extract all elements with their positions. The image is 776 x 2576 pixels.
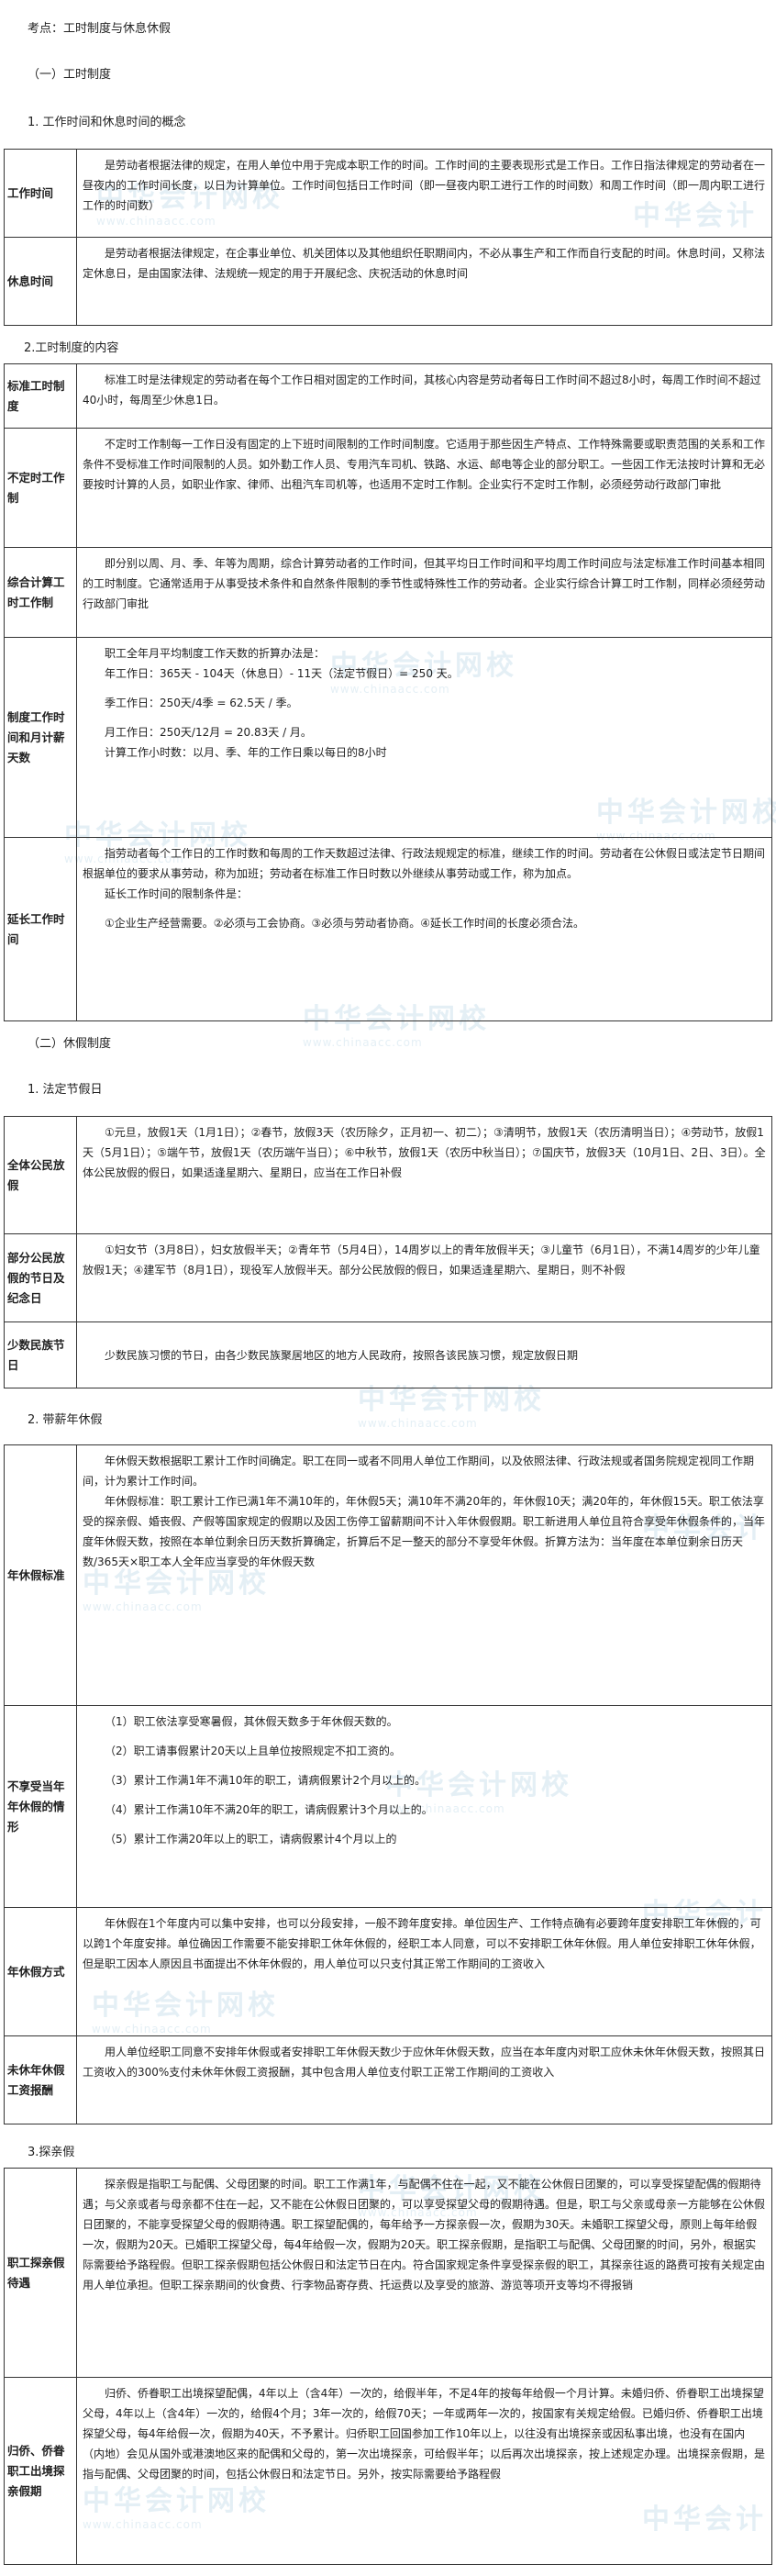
- paid-annual-leave-table: 年休假标准 年休假天数根据职工累计工作时间确定。职工在同一或者不同用人单位工作期…: [4, 1444, 772, 2124]
- row-label: 归侨、侨眷职工出境探亲假期: [4, 2377, 77, 2565]
- section-heading: （二）休假制度: [28, 1037, 112, 1051]
- topic-heading: 考点：工时制度与休息休假: [28, 22, 172, 36]
- subsection-heading: 1. 工作时间和休息时间的概念: [28, 116, 186, 129]
- legal-holidays-table: 全体公民放假 ①元旦，放假1天（1月1日）；②春节，放假3天（农历除夕，正月初一…: [4, 1116, 772, 1388]
- subsection-heading: 3.探亲假: [28, 2146, 75, 2159]
- row-content: 年休假在1个年度内可以集中安排，也可以分段安排，一般不跨年度安排。单位因生产、工…: [76, 1907, 772, 2036]
- row-content: 不定时工作制每一工作日没有固定的上下班时间限制的工作时间制度。它适用于那些因生产…: [76, 428, 772, 548]
- row-label: 休息时间: [4, 237, 77, 326]
- row-label: 年休假方式: [4, 1907, 77, 2036]
- row-label: 不定时工作制: [4, 428, 77, 548]
- row-label: 标准工时制度: [4, 363, 77, 429]
- row-label: 全体公民放假: [4, 1116, 77, 1234]
- row-label: 综合计算工时工作制: [4, 547, 77, 638]
- subsection-heading: 1. 法定节假日: [28, 1083, 103, 1097]
- row-content: 少数民族习惯的节日，由各少数民族聚居地区的地方人民政府，按照各该民族习惯，规定放…: [76, 1321, 772, 1388]
- row-content: 年休假天数根据职工累计工作时间确定。职工在同一或者不同用人单位工作期间，以及依照…: [76, 1444, 772, 1706]
- working-hours-system-table: 标准工时制度 标准工时是法律规定的劳动者在每个工作日相对固定的工作时间，其核心内…: [4, 363, 772, 1021]
- row-label: 未休年休假工资报酬: [4, 2035, 77, 2124]
- work-rest-time-table: 工作时间 是劳动者根据法律的规定，在用人单位中用于完成本职工作的时间。工作时间的…: [4, 149, 772, 326]
- row-label: 年休假标准: [4, 1444, 77, 1706]
- row-label: 工作时间: [4, 149, 77, 238]
- row-content: 是劳动者根据法律的规定，在用人单位中用于完成本职工作的时间。工作时间的主要表现形…: [76, 149, 772, 238]
- row-content: 探亲假是指职工与配偶、父母团聚的时间。职工工作满1年，与配偶不住在一起，又不能在…: [76, 2168, 772, 2378]
- document-page: 中华会计网校 www.chinaacc.com 中华会计 中华会计网校 www.ch…: [0, 0, 776, 2576]
- row-content: ①妇女节（3月8日），妇女放假半天；②青年节（5月4日），14周岁以上的青年放假…: [76, 1233, 772, 1322]
- row-label: 部分公民放假的节日及纪念日: [4, 1233, 77, 1322]
- row-label: 延长工作时间: [4, 837, 77, 1021]
- row-content: 用人单位经职工同意不安排年休假或者安排职工年休假天数少于应休年休假天数，应当在本…: [76, 2035, 772, 2124]
- row-content: 职工全年月平均制度工作天数的折算办法是： 年工作日：365天 - 104天（休息…: [76, 637, 772, 838]
- row-content: 标准工时是法律规定的劳动者在每个工作日相对固定的工作时间，其核心内容是劳动者每日…: [76, 363, 772, 429]
- family-visit-leave-table: 职工探亲假待遇 探亲假是指职工与配偶、父母团聚的时间。职工工作满1年，与配偶不住…: [4, 2168, 772, 2565]
- subsection-heading: 2. 带薪年休假: [28, 1413, 103, 1427]
- row-content: 即分别以周、月、季、年等为周期，综合计算劳动者的工作时间，但其平均日工作时间和平…: [76, 547, 772, 638]
- row-label: 职工探亲假待遇: [4, 2168, 77, 2378]
- row-content: ①元旦，放假1天（1月1日）；②春节，放假3天（农历除夕，正月初一、初二）；③清…: [76, 1116, 772, 1234]
- row-content: （1）职工依法享受寒暑假，其休假天数多于年休假天数的。 （2）职工请事假累计20…: [76, 1705, 772, 1908]
- row-label: 不享受当年年休假的情形: [4, 1705, 77, 1908]
- row-label: 制度工作时间和月计薪天数: [4, 637, 77, 838]
- subsection-heading: 2.工时制度的内容: [24, 341, 119, 355]
- row-label: 少数民族节日: [4, 1321, 77, 1388]
- row-content: 归侨、侨眷职工出境探望配偶，4年以上（含4年）一次的，给假半年，不足4年的按每年…: [76, 2377, 772, 2565]
- section-heading: （一）工时制度: [28, 68, 112, 82]
- row-content: 是劳动者根据法律规定，在企事业单位、机关团体以及其他组织任职期间内，不必从事生产…: [76, 237, 772, 326]
- row-content: 指劳动者每个工作日的工作时数和每周的工作天数超过法律、行政法规规定的标准，继续工…: [76, 837, 772, 1021]
